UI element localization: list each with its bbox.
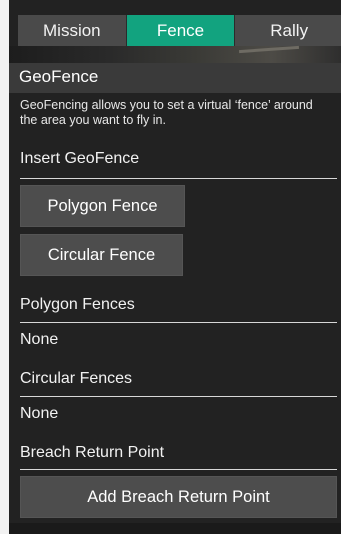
polygon-fences-value: None xyxy=(20,331,59,348)
circular-fences-label: Circular Fences xyxy=(20,370,133,387)
insert-geofence-divider xyxy=(20,178,337,179)
polygon-fence-button[interactable]: Polygon Fence xyxy=(20,185,185,227)
geofence-description: GeoFencing allows you to set a virtual ‘… xyxy=(20,98,313,127)
map-background-strip xyxy=(9,46,341,63)
bottom-edge xyxy=(9,523,341,534)
polygon-fences-divider xyxy=(20,322,337,323)
geofence-header: GeoFence xyxy=(9,63,341,93)
geofence-title: GeoFence xyxy=(19,67,99,86)
plan-editor-panel: Mission Fence Rally GeoFence GeoFencing … xyxy=(9,0,341,534)
tab-rally[interactable]: Rally xyxy=(235,15,341,46)
tab-mission[interactable]: Mission xyxy=(18,15,127,46)
insert-geofence-label: Insert GeoFence xyxy=(20,150,140,167)
circular-fence-button[interactable]: Circular Fence xyxy=(20,234,183,276)
plan-tab-bar: Mission Fence Rally xyxy=(18,15,341,46)
polygon-fences-label: Polygon Fences xyxy=(20,296,135,313)
add-breach-return-point-button[interactable]: Add Breach Return Point xyxy=(20,476,337,518)
geofence-editor: GeoFence GeoFencing allows you to set a … xyxy=(9,63,341,523)
circular-fences-divider xyxy=(20,396,337,397)
circular-fences-value: None xyxy=(20,405,59,422)
breach-return-point-label: Breach Return Point xyxy=(20,444,165,461)
tab-fence[interactable]: Fence xyxy=(126,15,236,46)
breach-return-point-divider xyxy=(20,469,337,470)
